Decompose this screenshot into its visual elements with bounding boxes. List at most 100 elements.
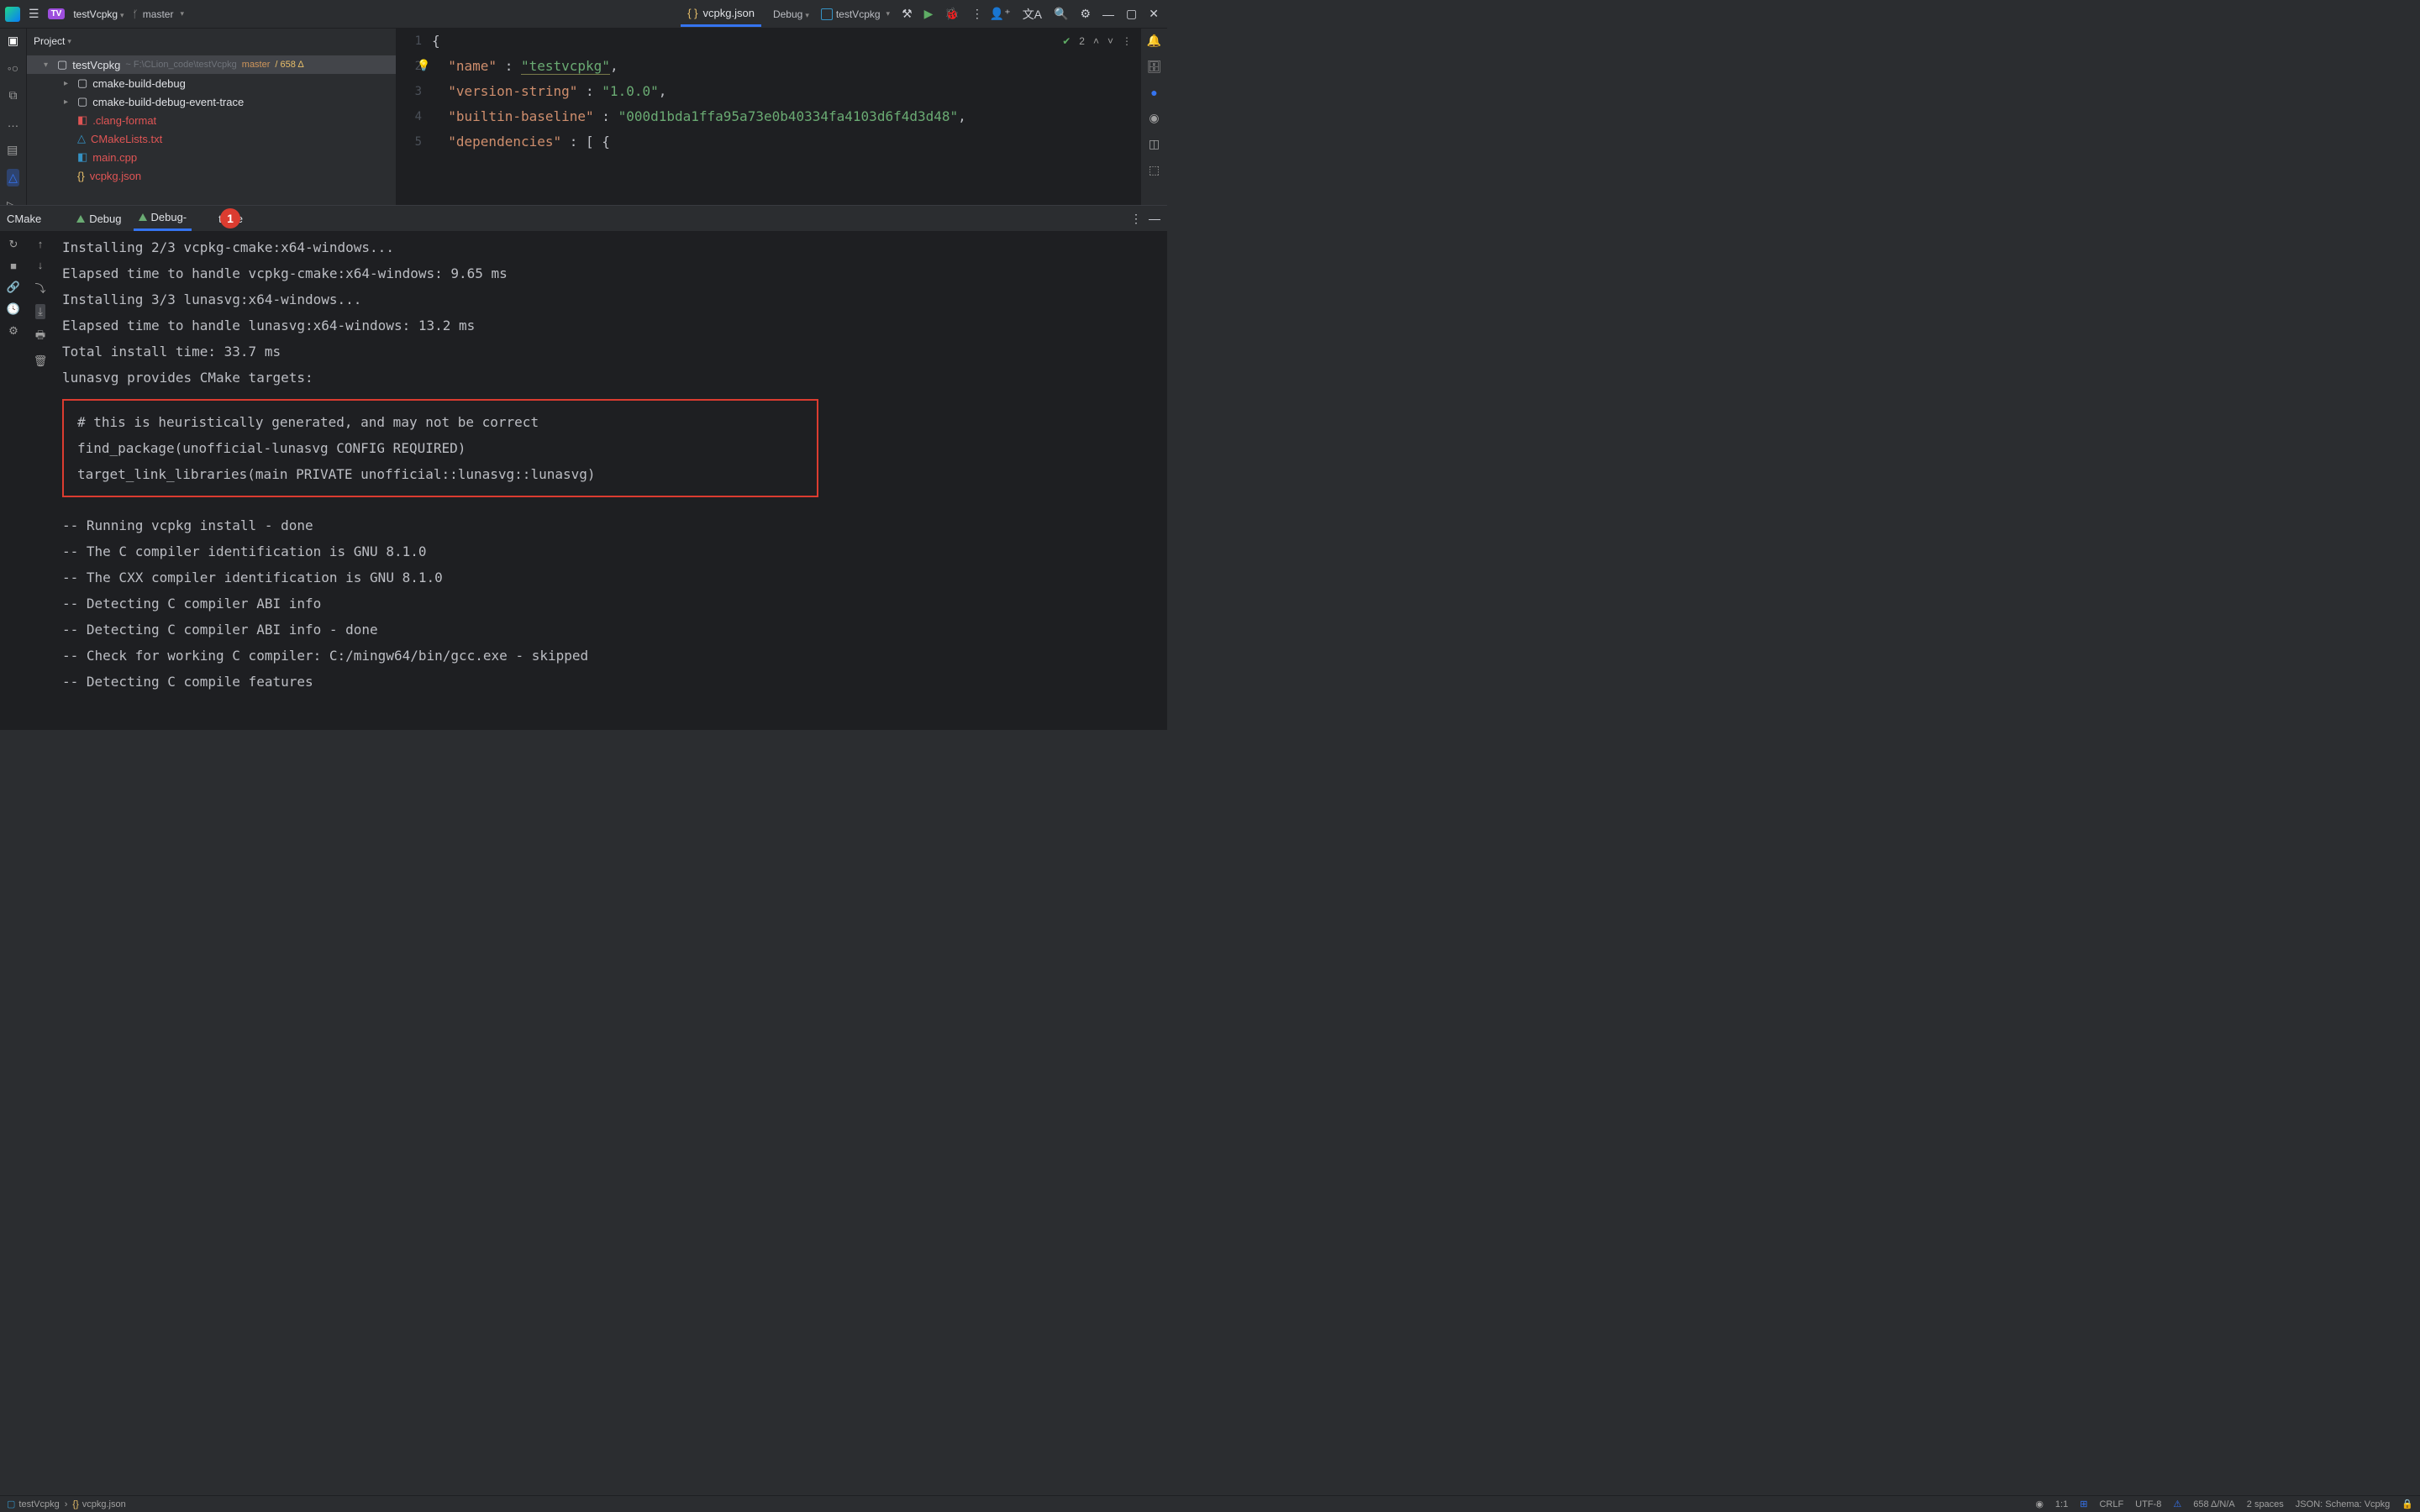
line-number: 4 <box>397 104 432 129</box>
more-icon[interactable]: ⋮ <box>1122 35 1132 47</box>
gradle-icon[interactable]: ⬚ <box>1149 163 1160 177</box>
wrap-icon[interactable]: ⤵ <box>34 280 45 296</box>
tree-root[interactable]: ▾ ▢ testVcpkg ~ F:\CLion_code\testVcpkg … <box>27 55 396 74</box>
editor-inspection-widget[interactable]: ✔ 2 ˄ ˅ ⋮ <box>1062 35 1132 47</box>
trash-icon[interactable]: 🗑 <box>34 354 48 368</box>
vcs-branch-selector[interactable]: ᚶ master▾ <box>133 8 184 20</box>
file-encoding[interactable]: UTF-8 <box>2135 1499 2161 1509</box>
history-icon[interactable]: 🕓 <box>7 302 20 316</box>
settings-icon[interactable]: ⚙ <box>8 324 18 338</box>
console-line: lunasvg provides CMake targets: <box>62 365 1159 391</box>
cmake-icon <box>139 213 147 221</box>
line-ending[interactable]: CRLF <box>2099 1499 2123 1509</box>
stop-icon[interactable]: ■ <box>10 260 17 272</box>
console-line: -- Running vcpkg install - done <box>62 512 1159 538</box>
attach-icon[interactable]: 🔗 <box>7 281 20 294</box>
console-line: target_link_libraries(main PRIVATE unoff… <box>77 461 803 487</box>
breadcrumb-item[interactable]: ▢ testVcpkg <box>7 1499 60 1509</box>
maximize-icon[interactable]: ▢ <box>1126 7 1137 21</box>
check-icon: ✔ <box>1062 35 1071 47</box>
problems-count[interactable]: 658 Δ/N/A <box>2193 1499 2235 1509</box>
minimize-tool-icon[interactable]: — <box>1149 212 1160 225</box>
notifications-icon[interactable]: 🔔 <box>1147 34 1161 48</box>
tool-options-icon[interactable]: ⋮ <box>1130 212 1142 226</box>
bottom-tool-window: CMake Debug Debug- trace 1 ⋮ — ↻ ■ 🔗 🕓 ⚙… <box>0 205 1167 730</box>
ai-assistant-icon[interactable]: ● <box>1150 86 1157 99</box>
tree-folder[interactable]: ▸▢ cmake-build-debug <box>27 74 396 92</box>
editor-tab-vcpkg[interactable]: { } vcpkg.json <box>681 2 761 27</box>
console-line: # this is heuristically generated, and m… <box>77 409 803 435</box>
cmake-left-toolbar: ↻ ■ 🔗 🕓 ⚙ <box>0 231 27 730</box>
scroll-end-icon[interactable]: ⤓ <box>35 304 45 319</box>
debug-icon[interactable]: 🐞 <box>944 7 959 21</box>
console-line: -- The CXX compiler identification is GN… <box>62 564 1159 591</box>
search-icon[interactable]: 🔍 <box>1054 7 1068 21</box>
more-tool-icon[interactable]: … <box>8 116 19 129</box>
line-number: 3 <box>397 79 432 104</box>
folder-icon: ▢ <box>57 58 67 71</box>
code-line: "builtin-baseline" : "000d1bda1ffa95a73e… <box>432 104 966 129</box>
close-icon[interactable]: ✕ <box>1149 7 1159 21</box>
breadcrumb-item[interactable]: {} vcpkg.json <box>72 1499 125 1509</box>
project-tool-icon[interactable]: ▣ <box>8 34 18 48</box>
database-icon[interactable]: 🗄 <box>1147 60 1162 74</box>
console-line: -- Detecting C compiler ABI info - done <box>62 617 1159 643</box>
cmake-console[interactable]: Installing 2/3 vcpkg-cmake:x64-windows..… <box>54 231 1167 730</box>
print-icon[interactable]: 🖶 <box>35 328 45 346</box>
main-menu-icon[interactable]: ☰ <box>29 7 39 21</box>
tree-file[interactable]: △ CMakeLists.txt <box>27 129 396 148</box>
tree-file[interactable]: {} vcpkg.json <box>27 166 396 185</box>
tree-folder[interactable]: ▸▢ cmake-build-debug-event-trace <box>27 92 396 111</box>
tree-file[interactable]: ◧ .clang-format <box>27 111 396 129</box>
cmake-tool-icon[interactable]: △ <box>7 169 19 186</box>
copilot-icon[interactable]: ◉ <box>1149 111 1159 125</box>
cpp-file-icon: ◧ <box>77 150 87 164</box>
translate-icon[interactable]: 文A <box>1023 6 1042 23</box>
copilot-status-icon[interactable]: ◉ <box>2035 1499 2044 1509</box>
vcpkg-icon[interactable]: ◫ <box>1149 137 1160 151</box>
folder-icon: ▢ <box>77 95 87 108</box>
run-target-selector[interactable]: testVcpkg▾ <box>821 8 890 20</box>
cmake-tab-debug[interactable]: Debug <box>71 206 126 231</box>
chevron-down-icon[interactable]: ˅ <box>1107 35 1113 47</box>
highlighted-region: # this is heuristically generated, and m… <box>62 399 818 497</box>
lock-icon[interactable]: 🔒 <box>2402 1499 2413 1509</box>
build-icon[interactable]: ⚒ <box>902 7 913 21</box>
cmake-file-icon: △ <box>77 132 86 145</box>
tree-file[interactable]: ◧ main.cpp <box>27 148 396 166</box>
module-icon: ▢ <box>7 1499 15 1509</box>
commit-tool-icon[interactable]: ◦○ <box>8 61 18 75</box>
console-line: Installing 2/3 vcpkg-cmake:x64-windows..… <box>62 234 1159 260</box>
bulb-icon[interactable]: 💡 <box>417 54 430 79</box>
annotation-badge: 1 <box>220 208 240 228</box>
reload-icon[interactable]: ↻ <box>9 238 18 251</box>
json-schema[interactable]: JSON: Schema: Vcpkg <box>2296 1499 2391 1509</box>
run-icon[interactable]: ▶ <box>924 7 934 21</box>
console-line: Elapsed time to handle lunasvg:x64-windo… <box>62 312 1159 339</box>
project-badge: TV <box>48 8 66 19</box>
chevron-up-icon[interactable]: ˄ <box>1093 35 1099 47</box>
code-editor[interactable]: ✔ 2 ˄ ˅ ⋮ 1{ 2💡 "name" : "testvcpkg", 3 … <box>397 29 1140 205</box>
code-line: { <box>432 29 440 54</box>
main-area: ▣ ◦○ ⧉ … ▤ △ ▷ ◔ ▣ ◷ ᚶ Project▾ ▾ ▢ test… <box>0 29 1167 205</box>
up-icon[interactable]: ↑ <box>38 238 44 250</box>
down-icon[interactable]: ↓ <box>38 259 44 271</box>
build-config-selector[interactable]: Debug▾ <box>773 8 809 20</box>
bookmarks-icon[interactable]: ▤ <box>7 143 19 157</box>
structure-tool-icon[interactable]: ⧉ <box>9 88 18 102</box>
line-number: 5 <box>397 129 432 155</box>
settings-icon[interactable]: ⚙ <box>1080 7 1091 21</box>
code-with-me-icon[interactable]: 👤⁺ <box>990 7 1011 21</box>
cmake-tab-debug-trace[interactable]: Debug- <box>134 206 192 231</box>
project-header[interactable]: Project▾ <box>27 29 396 54</box>
indent-setting[interactable]: 2 spaces <box>2247 1499 2284 1509</box>
console-line: Total install time: 33.7 ms <box>62 339 1159 365</box>
code-line: 💡 "name" : "testvcpkg", <box>432 54 618 79</box>
minimize-icon[interactable]: — <box>1102 8 1114 21</box>
caret-position[interactable]: 1:1 <box>2055 1499 2068 1509</box>
project-selector[interactable]: testVcpkg▾ <box>73 8 124 20</box>
more-actions-icon[interactable]: ⋮ <box>971 7 983 21</box>
project-tree[interactable]: ▾ ▢ testVcpkg ~ F:\CLion_code\testVcpkg … <box>27 54 396 205</box>
warning-icon: ⚠ <box>2173 1499 2181 1509</box>
code-line: "version-string" : "1.0.0", <box>432 79 666 104</box>
